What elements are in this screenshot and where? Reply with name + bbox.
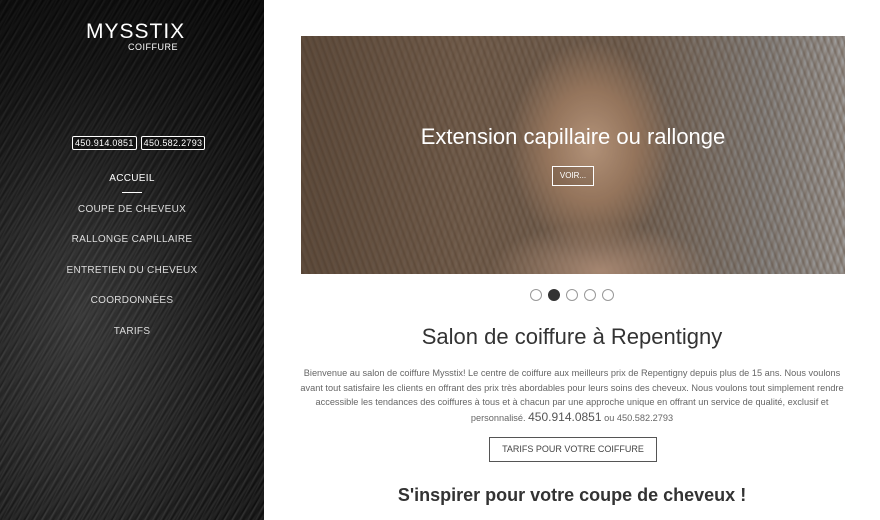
section-title: Salon de coiffure à Repentigny (421, 324, 723, 349)
intro-phone-alt[interactable]: 450.582.2793 (617, 413, 673, 423)
slider-dot-5[interactable] (602, 289, 614, 301)
nav-item-label: ACCUEIL (109, 173, 155, 184)
phone-secondary[interactable]: 450.582.2793 (140, 136, 206, 150)
main-content: Extension capillaire ou rallonge VOIR...… (264, 0, 880, 520)
sidebar: MYSSTIX COIFFURE 450.914.0851 450.582.27… (0, 0, 264, 520)
logo[interactable]: MYSSTIX COIFFURE (86, 20, 186, 52)
slider-dot-2[interactable] (548, 289, 560, 301)
phone-numbers: 450.914.0851 450.582.2793 (72, 136, 206, 150)
intro-paragraph: Bienvenue au salon de coiffure Mysstix! … (298, 366, 846, 425)
nav-item-entretien[interactable]: ENTRETIEN DU CHEVEUX (0, 264, 264, 295)
nav-item-coupe[interactable]: COUPE DE CHEVEUX (0, 203, 264, 234)
nav-item-accueil[interactable]: ACCUEIL (0, 172, 264, 203)
nav-item-tarifs[interactable]: TARIFS (0, 325, 264, 356)
slider-dot-4[interactable] (584, 289, 596, 301)
nav-item-rallonge[interactable]: RALLONGE CAPILLAIRE (0, 233, 264, 264)
slider-dot-3[interactable] (566, 289, 578, 301)
active-underline (122, 192, 142, 193)
slide-title: Extension capillaire ou rallonge (420, 124, 726, 149)
phone-primary[interactable]: 450.914.0851 (72, 136, 137, 150)
nav-item-coordonnees[interactable]: COORDONNÉES (0, 294, 264, 325)
slide-view-button[interactable]: VOIR... (552, 166, 594, 186)
pricing-button[interactable]: TARIFS POUR VOTRE COIFFURE (489, 437, 657, 462)
intro-phone-main[interactable]: 450.914.0851 (528, 410, 601, 424)
slider-dot-1[interactable] (530, 289, 542, 301)
slider-pagination (530, 289, 614, 301)
hero-slider[interactable]: Extension capillaire ou rallonge VOIR... (301, 36, 845, 274)
intro-or: ou (604, 412, 615, 423)
inspiration-title: S'inspirer pour votre coupe de cheveux ! (397, 485, 747, 505)
logo-main-text: MYSSTIX (86, 20, 186, 43)
main-nav: ACCUEIL COUPE DE CHEVEUX RALLONGE CAPILL… (0, 172, 264, 355)
